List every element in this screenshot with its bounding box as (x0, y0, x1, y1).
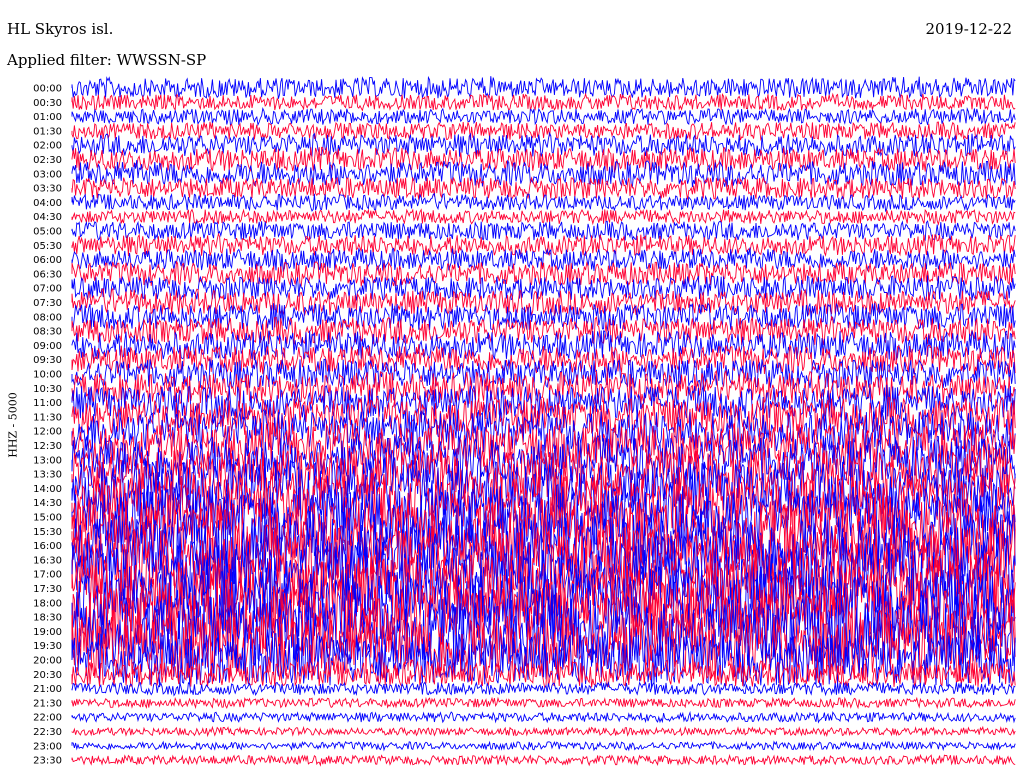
trace-line-0330 (71, 176, 1016, 200)
time-tick-label: 14:30 (33, 498, 62, 509)
time-tick-label: 14:00 (33, 484, 62, 495)
time-tick-label: 12:00 (33, 427, 62, 438)
time-tick-label: 07:00 (33, 284, 62, 295)
trace-line-2230 (71, 725, 1016, 738)
helicorder-plot: 00:00 00:30 01:00 01:30 02:00 02:30 03:00 03:30… (33, 75, 1016, 767)
time-tick-label: 09:30 (33, 355, 62, 366)
time-tick-label: 19:30 (33, 641, 62, 652)
time-tick-label: 00:00 (33, 84, 62, 95)
time-tick-label: 20:30 (33, 670, 62, 681)
time-tick-label: 11:30 (33, 412, 62, 423)
time-tick-label: 03:00 (33, 169, 62, 180)
time-tick-label: 15:00 (33, 513, 62, 524)
trace-line-2330 (71, 753, 1016, 767)
time-tick-label: 09:00 (33, 341, 62, 352)
time-tick-label: 02:00 (33, 141, 62, 152)
trace-line-0930 (71, 343, 1016, 376)
trace-line-0430 (71, 208, 1016, 226)
trace-line-0000 (71, 75, 1016, 100)
time-tick-label: 20:00 (33, 656, 62, 667)
time-tick-label: 08:30 (33, 327, 62, 338)
time-tick-label: 18:30 (33, 613, 62, 624)
time-tick-label: 12:30 (33, 441, 62, 452)
time-tick-label: 16:30 (33, 555, 62, 566)
time-tick-label: 23:30 (33, 756, 62, 767)
trace-line-0700 (71, 275, 1016, 303)
trace-line-0130 (71, 121, 1016, 141)
time-tick-label: 06:00 (33, 255, 62, 266)
time-tick-label: 00:30 (33, 98, 62, 109)
time-tick-label: 19:00 (33, 627, 62, 638)
time-tick-label: 02:30 (33, 155, 62, 166)
time-tick-label: 04:30 (33, 212, 62, 223)
trace-line-0100 (71, 106, 1016, 127)
time-tick-label: 05:00 (33, 227, 62, 238)
time-tick-label: 21:00 (33, 684, 62, 695)
time-tick-label: 04:00 (33, 198, 62, 209)
trace-line-2200 (71, 710, 1016, 724)
time-tick-label: 01:00 (33, 112, 62, 123)
time-tick-label: 06:30 (33, 269, 62, 280)
time-tick-label: 17:30 (33, 584, 62, 595)
time-tick-label: 05:30 (33, 241, 62, 252)
time-tick-label: 01:30 (33, 126, 62, 137)
time-tick-label: 03:30 (33, 184, 62, 195)
time-tick-label: 08:00 (33, 312, 62, 323)
time-tick-label: 10:30 (33, 384, 62, 395)
time-tick-label: 22:00 (33, 713, 62, 724)
time-tick-label: 13:00 (33, 455, 62, 466)
time-tick-label: 07:30 (33, 298, 62, 309)
time-tick-label: 18:00 (33, 598, 62, 609)
time-tick-label: 11:00 (33, 398, 62, 409)
time-tick-label: 17:00 (33, 570, 62, 581)
time-tick-label: 13:30 (33, 470, 62, 481)
time-tick-label: 23:00 (33, 741, 62, 752)
time-tick-label: 15:30 (33, 527, 62, 538)
time-tick-label: 16:00 (33, 541, 62, 552)
trace-line-2300 (71, 740, 1016, 752)
time-tick-label: 21:30 (33, 698, 62, 709)
trace-line-0630 (71, 260, 1016, 287)
trace-line-2130 (71, 696, 1016, 710)
time-tick-label: 10:00 (33, 370, 62, 381)
time-tick-label: 22:30 (33, 727, 62, 738)
